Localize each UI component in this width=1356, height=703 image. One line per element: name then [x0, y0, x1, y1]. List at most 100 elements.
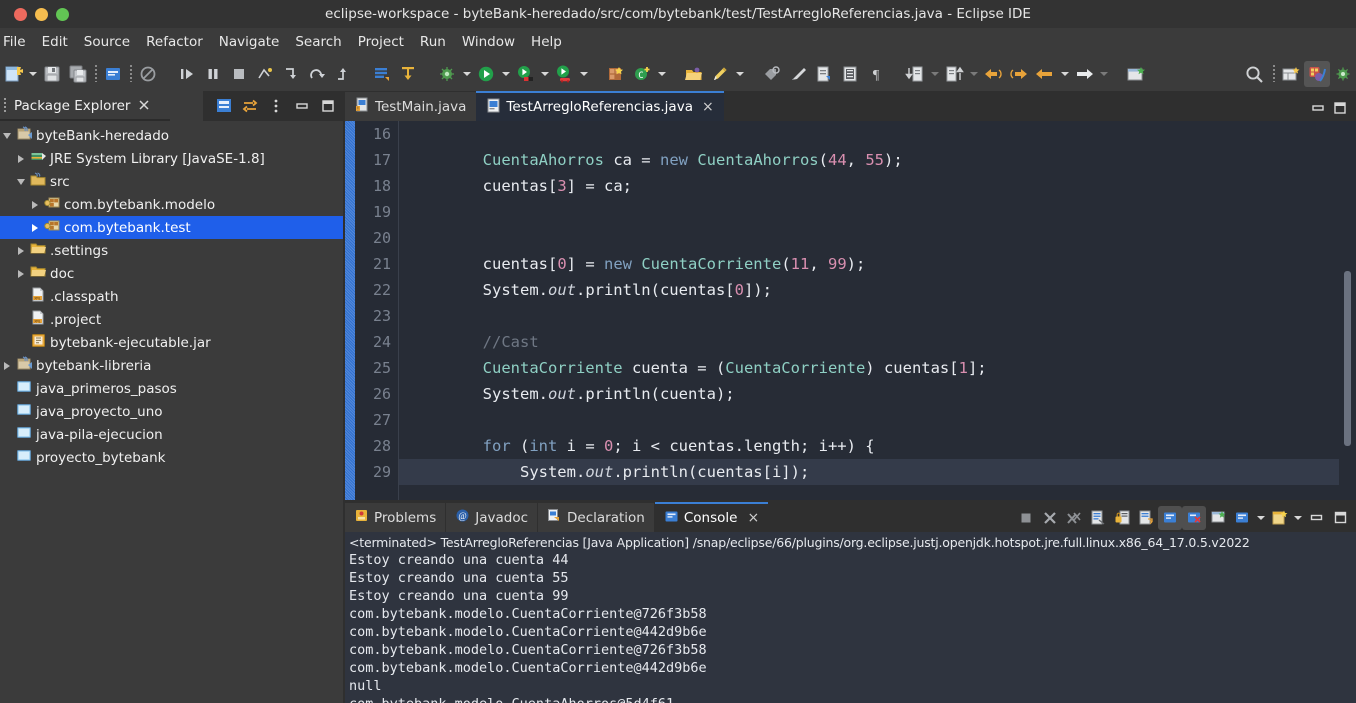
code-editor[interactable]: 16 17 18 19 20 21 22 23 24 25 26 27 28 29 CuentaAhorr… [345, 121, 1356, 502]
next-annotation-icon[interactable] [811, 61, 837, 87]
close-view-icon[interactable] [136, 97, 154, 115]
tree-item-java-proyecto-uno[interactable]: java_proyecto_uno [0, 400, 345, 423]
tree-twisty-collapsed[interactable] [28, 216, 42, 239]
tree-twisty-collapsed[interactable] [14, 262, 28, 285]
code-line-16[interactable] [399, 121, 1339, 147]
code-line-25[interactable]: CuentaCorriente cuenta = (CuentaCorrient… [399, 355, 1339, 381]
search-icon[interactable] [1239, 61, 1269, 87]
tree-item-java-primeros-pasos[interactable]: java_primeros_pasos [0, 377, 345, 400]
view-grip-handle[interactable] [2, 98, 11, 114]
run-dropdown-arrow[interactable] [499, 61, 512, 87]
no-edit-icon[interactable] [135, 61, 161, 87]
tree-item-jre-system-library-javase-1-8[interactable]: JRE System Library [JavaSE-1.8] [0, 147, 345, 170]
view-menu-icon[interactable] [263, 93, 289, 119]
display-selected-console-icon[interactable] [1230, 506, 1254, 530]
java-perspective-icon[interactable] [1304, 60, 1330, 87]
code-line-19[interactable] [399, 199, 1339, 225]
scroll-lock-icon[interactable] [1110, 506, 1134, 530]
show-console-on-output-icon[interactable] [1158, 505, 1182, 530]
minimize-view-icon[interactable] [1304, 506, 1328, 530]
maximize-button[interactable] [56, 7, 69, 21]
import-dropdown-arrow[interactable] [928, 61, 941, 87]
menu-refactor[interactable]: Refactor [138, 28, 211, 56]
code-line-22[interactable]: System.out.println(cuentas[0]); [399, 277, 1339, 303]
editor-tab-testarregloreferencias[interactable]: TestArregloReferencias.java × [476, 91, 724, 121]
menu-help[interactable]: Help [523, 28, 570, 56]
editor-annotation-ruler[interactable] [345, 121, 355, 502]
code-line-26[interactable]: System.out.println(cuenta); [399, 381, 1339, 407]
step-into-icon[interactable] [174, 61, 200, 87]
menu-edit[interactable]: Edit [34, 28, 76, 56]
maximize-view-icon[interactable] [315, 93, 341, 119]
pin-console-icon[interactable] [1206, 506, 1230, 530]
run-coverage-icon[interactable] [512, 61, 538, 87]
new-perspective-icon[interactable] [1278, 61, 1304, 87]
step-by-step-icon[interactable] [330, 61, 356, 87]
show-console-on-error-icon[interactable] [1182, 505, 1206, 530]
next-dropdown-arrow[interactable] [1097, 61, 1110, 87]
tab-console[interactable]: Console × [654, 502, 769, 532]
tree-twisty-collapsed[interactable] [14, 239, 28, 262]
terminate-icon[interactable] [1014, 506, 1038, 530]
code-line-27[interactable] [399, 407, 1339, 433]
editor-tab-testmain[interactable]: ! TestMain.java [345, 92, 477, 121]
export-dropdown-arrow[interactable] [967, 61, 980, 87]
previous-edit-icon[interactable] [1032, 61, 1058, 87]
stop-icon[interactable] [226, 61, 252, 87]
remove-all-terminated-icon[interactable] [1062, 506, 1086, 530]
code-line-29[interactable]: System.out.println(cuentas[i]); [399, 459, 1339, 485]
tab-javadoc[interactable]: @ Javadoc [446, 503, 539, 532]
close-tab-icon[interactable]: × [702, 100, 714, 114]
editor-vertical-scrollbar[interactable] [1341, 121, 1354, 502]
search-tag-icon[interactable] [759, 61, 785, 87]
new-class-icon[interactable]: C [629, 61, 655, 87]
close-console-tab-icon[interactable]: × [747, 511, 759, 525]
tree-item-com-bytebank-test[interactable]: com.bytebank.test [0, 216, 345, 239]
menu-project[interactable]: Project [350, 28, 412, 56]
menu-window[interactable]: Window [454, 28, 523, 56]
new-java-project-icon[interactable] [603, 61, 629, 87]
pencil-dropdown-arrow[interactable] [733, 61, 746, 87]
tree-item-project[interactable]: XML .project [0, 308, 345, 331]
tree-item-proyecto-bytebank[interactable]: proyecto_bytebank [0, 446, 345, 469]
code-line-21[interactable]: cuentas[0] = new CuentaCorriente(11, 99)… [399, 251, 1339, 277]
import-icon[interactable] [902, 61, 928, 87]
new-dropdown-arrow[interactable] [26, 61, 39, 87]
code-line-28[interactable]: for (int i = 0; i < cuentas.length; i++)… [399, 433, 1339, 459]
debug-dropdown-arrow[interactable] [460, 61, 473, 87]
word-wrap-icon[interactable] [1134, 506, 1158, 530]
new-class-dropdown-arrow[interactable] [655, 61, 668, 87]
collapse-all-icon[interactable] [211, 93, 237, 119]
back-arrow-icon[interactable] [980, 61, 1006, 87]
maximize-view-icon[interactable] [1328, 506, 1352, 530]
pilcrow-icon[interactable]: ¶ [863, 61, 889, 87]
resume-icon[interactable] [304, 61, 330, 87]
remove-launch-icon[interactable] [1038, 506, 1062, 530]
open-console-icon[interactable] [1267, 506, 1291, 530]
next-edit-icon[interactable] [1071, 61, 1097, 87]
menu-file[interactable]: File [0, 28, 34, 56]
close-button[interactable] [14, 7, 27, 21]
book-icon[interactable] [837, 61, 863, 87]
save-icon[interactable] [39, 61, 65, 87]
open-type-icon[interactable] [369, 61, 395, 87]
coverage-dropdown-arrow[interactable] [538, 61, 551, 87]
code-line-18[interactable]: cuentas[3] = ca; [399, 173, 1339, 199]
code-line-23[interactable] [399, 303, 1339, 329]
forward-arrow-icon[interactable] [1006, 61, 1032, 87]
tree-twisty-expanded[interactable] [14, 170, 28, 193]
minimize-editor-icon[interactable] [1308, 98, 1328, 118]
new-wizard-icon[interactable] [0, 61, 26, 87]
run-external-icon[interactable] [551, 61, 577, 87]
debug-perspective-icon[interactable] [1330, 61, 1356, 87]
pause-icon[interactable] [200, 61, 226, 87]
pencil-icon[interactable] [707, 61, 733, 87]
print-icon[interactable] [100, 61, 126, 87]
external-dropdown-arrow[interactable] [577, 61, 590, 87]
open-perspective-icon[interactable] [1123, 61, 1149, 87]
link-with-editor-icon[interactable] [237, 93, 263, 119]
open-console-dropdown-arrow[interactable] [1291, 505, 1304, 531]
save-all-icon[interactable] [65, 61, 91, 87]
console-dropdown-arrow[interactable] [1254, 505, 1267, 531]
tree-twisty-collapsed[interactable] [14, 147, 28, 170]
